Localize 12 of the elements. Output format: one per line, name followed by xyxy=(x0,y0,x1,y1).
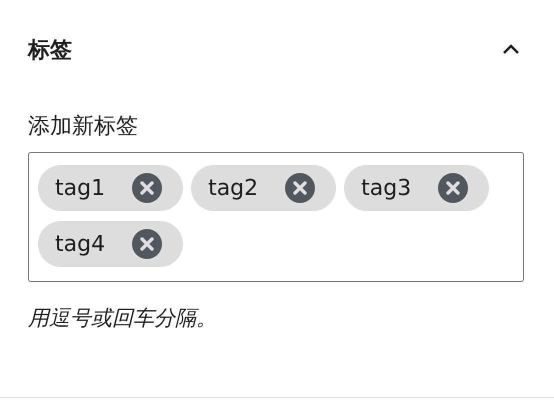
remove-icon[interactable] xyxy=(437,172,470,204)
field-label: 添加新标签 xyxy=(28,113,139,141)
panel-title: 标签 xyxy=(28,37,72,65)
tag-input-field[interactable]: tag1 tag2 tag3 tag4 xyxy=(28,152,524,282)
tag-label: tag4 xyxy=(55,232,106,256)
help-text: 用逗号或回车分隔。 xyxy=(28,305,218,332)
remove-icon[interactable] xyxy=(131,228,164,260)
tag-label: tag2 xyxy=(208,176,258,200)
remove-icon[interactable] xyxy=(131,172,164,204)
remove-icon[interactable] xyxy=(284,172,316,204)
tag-label: tag1 xyxy=(55,176,106,200)
tag-label: tag3 xyxy=(361,176,412,200)
